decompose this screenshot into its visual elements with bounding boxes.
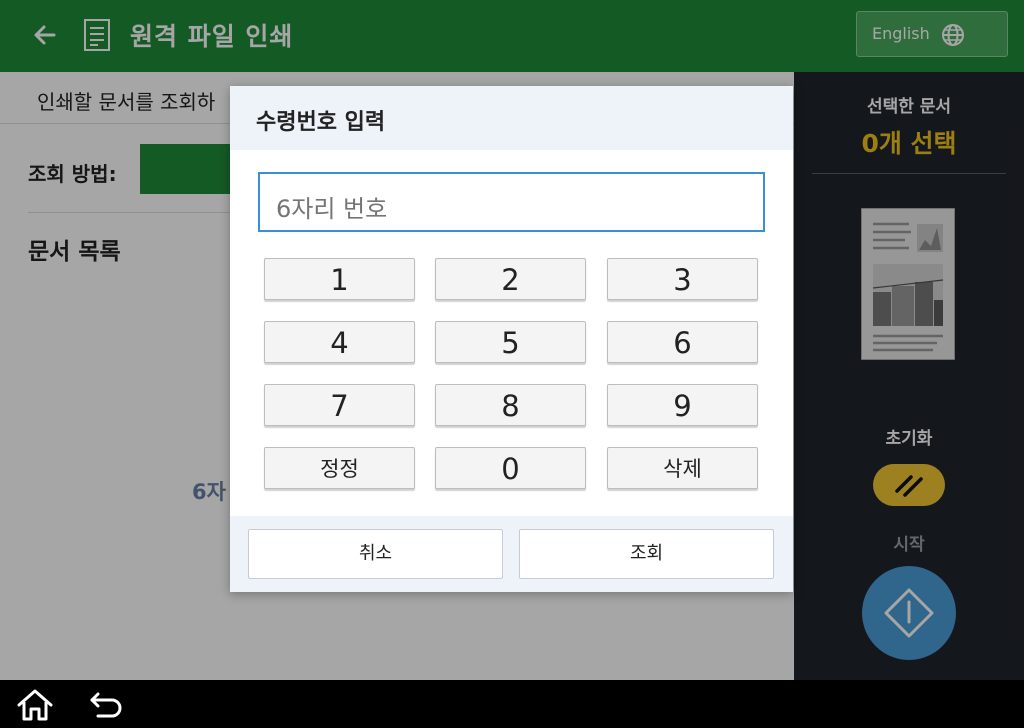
- key-8[interactable]: 8: [435, 384, 586, 426]
- key-1[interactable]: 1: [264, 258, 415, 300]
- key-0[interactable]: 0: [435, 447, 586, 489]
- dialog-footer: 취소 조회: [230, 516, 793, 592]
- dialog-header: 수령번호 입력: [230, 86, 793, 150]
- home-icon[interactable]: [16, 688, 54, 722]
- dialog-title: 수령번호 입력: [256, 110, 386, 135]
- key-6[interactable]: 6: [607, 321, 758, 363]
- key-4[interactable]: 4: [264, 321, 415, 363]
- key-9[interactable]: 9: [607, 384, 758, 426]
- search-button[interactable]: 조회: [519, 529, 774, 579]
- key-5[interactable]: 5: [435, 321, 586, 363]
- key-delete[interactable]: 삭제: [607, 447, 758, 489]
- receipt-number-dialog: 수령번호 입력 1 2 3 4 5 6 7 8 9 정정 0 삭제 취소 조회: [230, 86, 793, 592]
- receipt-number-input[interactable]: [258, 172, 765, 232]
- key-2[interactable]: 2: [435, 258, 586, 300]
- numeric-keypad: 1 2 3 4 5 6 7 8 9 정정 0 삭제: [264, 258, 760, 490]
- key-correct[interactable]: 정정: [264, 447, 415, 489]
- undo-arrow-icon[interactable]: [88, 690, 124, 720]
- key-3[interactable]: 3: [607, 258, 758, 300]
- key-7[interactable]: 7: [264, 384, 415, 426]
- system-nav-bar: [0, 680, 1024, 728]
- cancel-button[interactable]: 취소: [248, 529, 503, 579]
